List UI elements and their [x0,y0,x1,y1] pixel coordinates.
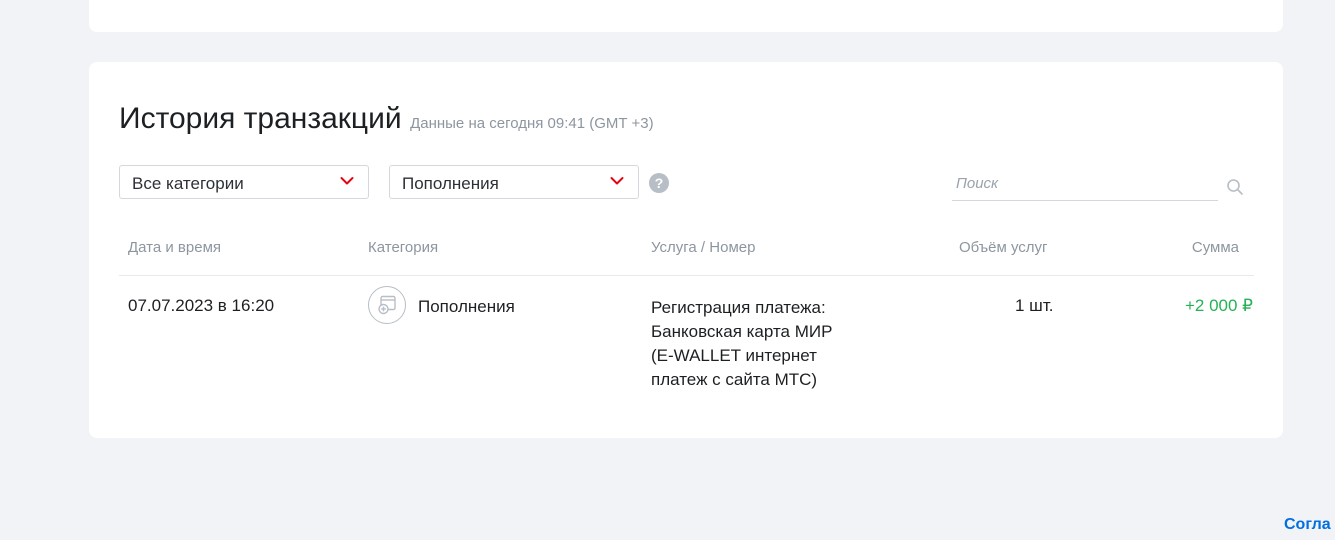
operation-type-value: Пополнения [402,174,499,193]
column-header-amount: Сумма [1191,239,1239,256]
transaction-history-card: История транзакций Данные на сегодня 09:… [89,62,1283,438]
transaction-category: Пополнения [418,297,515,316]
search-input[interactable] [952,166,1218,201]
search-icon[interactable] [1226,178,1244,196]
service-line: платеж с сайта МТС) [651,370,818,389]
chevron-down-icon [610,177,624,185]
agreement-link[interactable]: Согла [1284,516,1331,534]
data-timestamp: Данные на сегодня 09:41 (GMT +3) [410,115,654,132]
transaction-volume: 1 шт. [1015,296,1054,315]
table-row: 07.07.2023 в 16:20 Пополнения Регистраци… [89,276,1283,406]
page-title: История транзакций [119,102,402,135]
transaction-amount: +2 000 ₽ [1184,296,1253,315]
search-box [952,166,1252,202]
category-filter-select[interactable]: Все категории [119,165,369,199]
column-header-service: Услуга / Номер [651,239,756,256]
service-line: Регистрация платежа: [651,298,826,317]
service-line: Банковская карта МИР [651,322,833,341]
column-header-volume: Объём услуг [959,239,1048,256]
column-header-category: Категория [368,239,439,256]
chevron-down-icon [340,177,354,185]
operation-type-select[interactable]: Пополнения [389,165,639,199]
history-header: История транзакций Данные на сегодня 09:… [119,102,654,136]
previous-card [89,0,1283,32]
service-line: (E-WALLET интернет [651,346,817,365]
wallet-plus-icon [368,286,406,324]
column-header-datetime: Дата и время [128,239,222,256]
category-filter-value: Все категории [132,174,244,193]
question-icon[interactable]: ? [649,173,669,193]
transaction-datetime: 07.07.2023 в 16:20 [128,296,275,315]
transaction-service: Регистрация платежа: Банковская карта МИ… [651,296,871,392]
